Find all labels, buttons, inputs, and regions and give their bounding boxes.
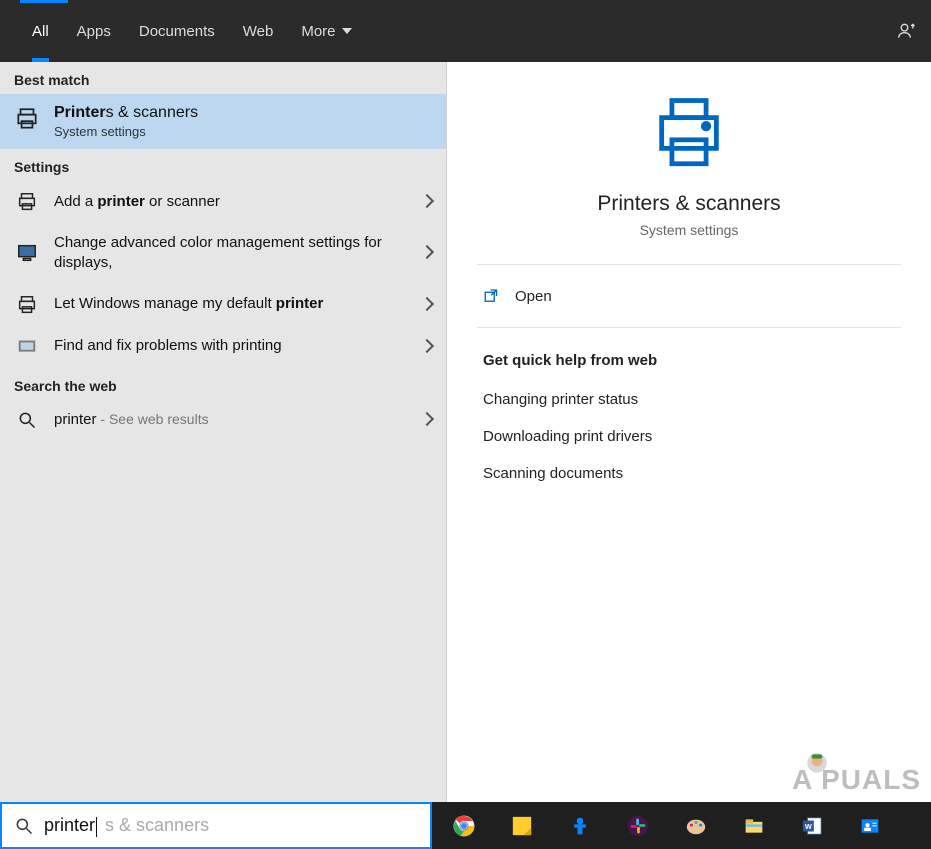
tab-more-label: More bbox=[301, 23, 335, 40]
chevron-right-icon bbox=[422, 411, 432, 429]
settings-item-add-printer[interactable]: Add a printer or scanner bbox=[0, 181, 446, 223]
settings-item-color-management[interactable]: Change advanced color management setting… bbox=[0, 223, 446, 284]
web-result[interactable]: printer - See web results bbox=[0, 400, 446, 440]
settings-item-fix-printing[interactable]: Find and fix problems with printing bbox=[0, 326, 446, 368]
printer-icon bbox=[14, 294, 40, 316]
section-settings: Settings bbox=[0, 149, 446, 181]
tab-web[interactable]: Web bbox=[229, 0, 288, 62]
troubleshoot-icon bbox=[14, 336, 40, 358]
search-typed-text: printer bbox=[44, 815, 95, 836]
best-match-subtitle: System settings bbox=[54, 124, 198, 139]
search-results-panel: Best match Printers & scanners System se… bbox=[0, 62, 931, 802]
watermark-mascot-icon bbox=[804, 750, 830, 776]
feedback-button[interactable] bbox=[883, 0, 931, 62]
detail-subtitle: System settings bbox=[640, 222, 739, 238]
tab-more[interactable]: More bbox=[287, 0, 365, 62]
settings-item-label: Let Windows manage my default printer bbox=[54, 294, 408, 314]
quick-help-link-printer-status[interactable]: Changing printer status bbox=[477, 381, 901, 418]
results-list: Best match Printers & scanners System se… bbox=[0, 62, 447, 802]
chevron-right-icon bbox=[422, 193, 432, 211]
watermark: A PUALS bbox=[792, 764, 921, 796]
tab-all[interactable]: All bbox=[18, 0, 63, 62]
taskbar-app-paint[interactable] bbox=[682, 812, 710, 840]
chevron-right-icon bbox=[422, 244, 432, 262]
best-match-title: Printers & scanners bbox=[54, 104, 198, 122]
printer-large-icon bbox=[648, 92, 730, 174]
settings-item-default-printer[interactable]: Let Windows manage my default printer bbox=[0, 284, 446, 326]
section-search-web: Search the web bbox=[0, 368, 446, 400]
taskbar-app-slack[interactable] bbox=[624, 812, 652, 840]
quick-help-heading: Get quick help from web bbox=[477, 328, 901, 381]
open-action[interactable]: Open bbox=[477, 265, 901, 328]
settings-item-label: Find and fix problems with printing bbox=[54, 336, 408, 356]
feedback-icon bbox=[897, 21, 917, 41]
settings-item-label: Change advanced color management setting… bbox=[54, 233, 408, 274]
chevron-right-icon bbox=[422, 338, 432, 356]
search-icon bbox=[14, 816, 34, 836]
taskbar-app-person[interactable] bbox=[566, 812, 594, 840]
chevron-right-icon bbox=[422, 296, 432, 314]
tab-documents[interactable]: Documents bbox=[125, 0, 229, 62]
detail-hero: Printers & scanners System settings bbox=[477, 92, 901, 265]
search-icon bbox=[14, 410, 40, 430]
monitor-icon bbox=[14, 242, 40, 264]
tab-apps[interactable]: Apps bbox=[63, 0, 125, 62]
settings-item-label: Add a printer or scanner bbox=[54, 192, 408, 212]
detail-title: Printers & scanners bbox=[597, 192, 780, 216]
printer-icon bbox=[14, 191, 40, 213]
search-input[interactable]: printer s & scanners bbox=[0, 802, 432, 849]
taskbar-app-word[interactable]: W bbox=[798, 812, 826, 840]
search-filter-tabbar: All Apps Documents Web More bbox=[0, 0, 931, 62]
chevron-down-icon bbox=[342, 28, 352, 34]
quick-help-link-print-drivers[interactable]: Downloading print drivers bbox=[477, 418, 901, 455]
detail-pane: Printers & scanners System settings Open… bbox=[447, 62, 931, 802]
web-result-label: printer - See web results bbox=[54, 410, 408, 430]
open-label: Open bbox=[515, 288, 552, 305]
printer-icon bbox=[14, 106, 40, 137]
svg-text:W: W bbox=[805, 821, 812, 830]
best-match-result[interactable]: Printers & scanners System settings bbox=[0, 94, 446, 149]
taskbar-app-chrome[interactable] bbox=[450, 812, 478, 840]
taskbar: W bbox=[432, 802, 931, 849]
quick-help-link-scanning[interactable]: Scanning documents bbox=[477, 455, 901, 492]
section-best-match: Best match bbox=[0, 62, 446, 94]
open-icon bbox=[483, 287, 501, 305]
taskbar-app-sticky-notes[interactable] bbox=[508, 812, 536, 840]
search-autocomplete-ghost: s & scanners bbox=[105, 815, 209, 836]
taskbar-app-contact-card[interactable] bbox=[856, 812, 884, 840]
taskbar-app-file-explorer[interactable] bbox=[740, 812, 768, 840]
